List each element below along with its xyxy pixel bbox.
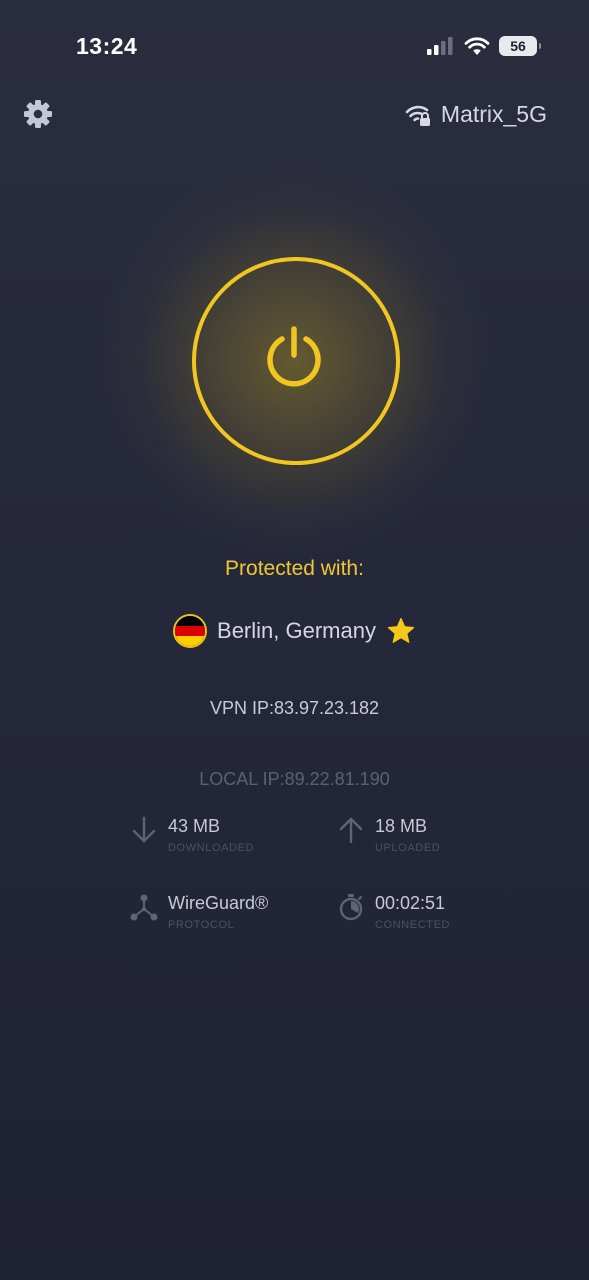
power-icon: [267, 326, 321, 387]
stat-downloaded: 43 MB DOWNLOADED: [129, 815, 254, 854]
germany-flag-icon: [173, 614, 208, 648]
status-time: 13:24: [76, 33, 138, 59]
vpn-ip: VPN IP:83.97.23.182: [209, 698, 380, 718]
wifi-lock-icon: [405, 105, 430, 126]
downloaded-label: DOWNLOADED: [168, 842, 255, 854]
battery-icon: 56: [499, 36, 541, 56]
wifi-icon: [464, 36, 490, 55]
arrow-up-icon: [339, 817, 363, 844]
downloaded-value: 43 MB: [168, 816, 221, 836]
arrow-down-icon: [132, 816, 156, 843]
location-selector[interactable]: Berlin, Germany: [0, 614, 589, 648]
stat-uploaded: 18 MB UPLOADED: [336, 815, 440, 854]
cellular-signal-icon: [427, 37, 453, 55]
protection-status: Protected with:: [225, 557, 364, 580]
protocol-nodes-icon: [130, 894, 158, 921]
uploaded-label: UPLOADED: [375, 842, 441, 854]
local-ip: LOCAL IP:89.22.81.190: [199, 769, 390, 789]
stat-protocol: WireGuard® PROTOCOL: [129, 892, 268, 931]
gear-icon[interactable]: [22, 98, 54, 130]
connected-label: CONNECTED: [375, 919, 451, 931]
battery-level: 56: [510, 38, 526, 54]
network-indicator[interactable]: Matrix_5G: [405, 101, 547, 128]
uploaded-value: 18 MB: [375, 816, 428, 836]
location-name: Berlin, Germany: [217, 618, 376, 643]
status-icons: 56: [427, 36, 541, 56]
connected-value: 00:02:51: [375, 893, 446, 913]
status-bar: 13:24 56: [0, 0, 589, 90]
star-icon[interactable]: [386, 616, 416, 646]
network-name: Matrix_5G: [440, 101, 547, 127]
protocol-value: WireGuard®: [168, 893, 269, 913]
stat-connected: 00:02:51 CONNECTED: [336, 892, 450, 931]
stopwatch-icon: [339, 894, 363, 921]
protocol-label: PROTOCOL: [168, 919, 235, 931]
